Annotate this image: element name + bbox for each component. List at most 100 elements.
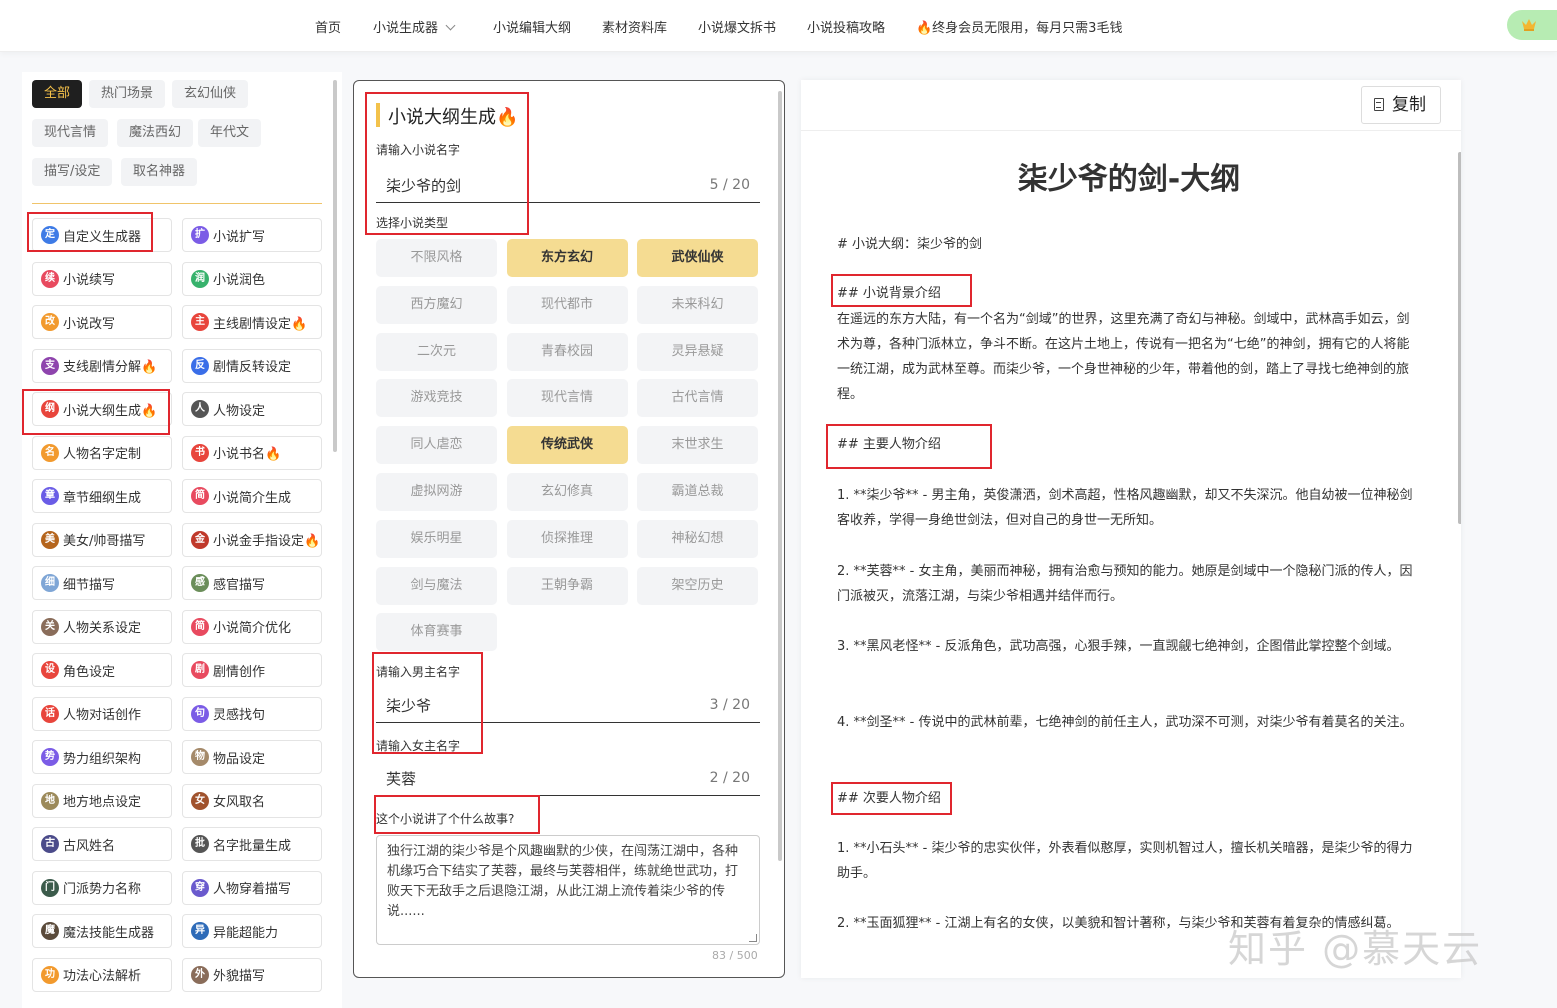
tool-button[interactable]: 地地方地点设定 xyxy=(32,783,172,818)
filter-tag[interactable]: 玄幻仙侠 xyxy=(172,80,249,108)
nav-home[interactable]: 首页 xyxy=(315,17,341,36)
tool-button[interactable]: 扩小说扩写 xyxy=(182,218,322,252)
filter-tag[interactable]: 热门场景 xyxy=(89,80,166,108)
genre-chip[interactable]: 古代言情 xyxy=(637,379,758,418)
genre-chip[interactable]: 武侠仙侠 xyxy=(637,239,758,277)
tool-icon: 扩 xyxy=(191,226,209,244)
tool-button[interactable]: 主主线剧情设定🔥 xyxy=(182,305,322,339)
filter-tag[interactable]: 全部 xyxy=(32,80,83,108)
genre-chip[interactable]: 王朝争霸 xyxy=(506,566,628,605)
genre-chip[interactable]: 西方魔幻 xyxy=(376,285,497,324)
genre-chip[interactable]: 末世求生 xyxy=(637,426,758,465)
tool-button[interactable]: 势势力组织架构 xyxy=(32,740,172,774)
tool-label: 细节描写 xyxy=(63,577,116,593)
tool-button[interactable]: 外外貌描写 xyxy=(182,957,322,992)
tool-button[interactable]: 人人物设定 xyxy=(182,392,322,426)
tool-label: 人物设定 xyxy=(213,403,266,419)
tool-button[interactable]: 功功法心法解析 xyxy=(32,957,172,992)
tool-label: 物品设定 xyxy=(213,751,266,767)
tool-button[interactable]: 感感官描写 xyxy=(182,566,322,600)
copy-button[interactable]: 复制 xyxy=(1361,86,1441,124)
genre-chip[interactable]: 未来科幻 xyxy=(637,285,758,324)
tool-button[interactable]: 章章节细纲生成 xyxy=(32,479,172,513)
tool-button[interactable]: 设角色设定 xyxy=(32,653,172,687)
genre-chip[interactable]: 传统武侠 xyxy=(506,426,628,465)
highlight-box xyxy=(831,274,972,307)
tool-button[interactable]: 批名字批量生成 xyxy=(182,827,322,861)
tool-button[interactable]: 简小说简介优化 xyxy=(182,609,322,644)
tool-label: 外貌描写 xyxy=(213,969,266,984)
tool-icon: 剧 xyxy=(191,661,209,679)
tool-button[interactable]: 物物品设定 xyxy=(182,740,322,774)
highlight-box xyxy=(372,652,483,754)
genre-chip[interactable]: 现代言情 xyxy=(506,379,628,418)
filter-tag[interactable]: 取名神器 xyxy=(121,158,198,186)
genre-chip[interactable]: 剑与魔法 xyxy=(376,566,497,605)
filter-tag[interactable]: 年代文 xyxy=(198,119,262,147)
genre-chip[interactable]: 现代都市 xyxy=(506,285,628,324)
genre-chip[interactable]: 青春校园 xyxy=(506,332,628,371)
story-textarea[interactable]: 独行江湖的柒少爷是个风趣幽默的少侠，在闯荡江湖中，各种机缘巧合下结实了芙蓉，最终… xyxy=(376,835,760,945)
filter-tag[interactable]: 魔法西幻 xyxy=(117,119,194,147)
form-scrollbar[interactable] xyxy=(778,91,782,861)
tool-button[interactable]: 话人物对话创作 xyxy=(32,696,172,731)
genre-chip[interactable]: 架空历史 xyxy=(637,566,758,605)
nav-submission-guide[interactable]: 小说投稿攻略 xyxy=(807,17,885,36)
genre-chip[interactable]: 游戏竞技 xyxy=(376,379,497,418)
nav-novel-generator[interactable]: 小说生成器 xyxy=(373,17,456,36)
tool-button[interactable]: 门门派势力名称 xyxy=(32,870,172,905)
genre-chip[interactable]: 虚拟网游 xyxy=(376,473,497,511)
tool-button[interactable]: 穿人物穿着描写 xyxy=(182,870,322,905)
background-text: 在遥远的东方大陆，有一个名为“剑域”的世界，这里充满了奇幻与神秘。剑域中，武林高… xyxy=(837,312,1410,402)
tool-button[interactable]: 支支线剧情分解🔥 xyxy=(32,348,172,383)
tool-icon: 地 xyxy=(41,791,59,810)
tool-button[interactable]: 魔魔法技能生成器 xyxy=(32,914,172,948)
tool-label: 人物名字定制 xyxy=(63,447,142,462)
tool-label: 感官描写 xyxy=(213,577,266,593)
tool-label: 章节细纲生成 xyxy=(63,490,142,506)
tool-button[interactable]: 女女风取名 xyxy=(182,783,322,818)
tool-button[interactable]: 续小说续写 xyxy=(32,261,172,296)
tool-button[interactable]: 细细节描写 xyxy=(32,566,172,600)
genre-chip[interactable]: 霸道总裁 xyxy=(637,473,758,511)
output-divider xyxy=(801,130,1461,131)
output-scrollbar[interactable] xyxy=(1458,152,1461,524)
genre-chip[interactable]: 体育赛事 xyxy=(376,613,497,652)
tool-button[interactable]: 润小说润色 xyxy=(182,261,322,296)
tool-label: 女风取名 xyxy=(213,795,266,810)
genre-chip[interactable]: 玄幻修真 xyxy=(506,473,628,511)
genre-chip[interactable]: 侦探推理 xyxy=(506,519,628,558)
nav-breakdown[interactable]: 小说爆文拆书 xyxy=(698,17,776,36)
tool-button[interactable]: 美美女/帅哥描写 xyxy=(32,522,172,557)
filter-tag[interactable]: 现代言情 xyxy=(32,119,109,147)
tool-icon: 话 xyxy=(41,704,59,723)
member-login-button[interactable] xyxy=(1507,10,1557,40)
tool-button[interactable]: 关人物关系设定 xyxy=(32,609,172,644)
genre-chip[interactable]: 不限风格 xyxy=(376,239,497,277)
resize-grip-icon[interactable] xyxy=(749,934,757,942)
tool-button[interactable]: 名人物名字定制 xyxy=(32,435,172,470)
tool-button[interactable]: 金小说金手指设定🔥 xyxy=(182,522,322,557)
sidebar-scrollbar[interactable] xyxy=(333,80,337,452)
genre-chip[interactable]: 神秘幻想 xyxy=(637,519,758,558)
nav-membership-promo[interactable]: 🔥终身会员无限用，每月只需3毛钱 xyxy=(916,17,1122,36)
filter-tag[interactable]: 描写/设定 xyxy=(32,158,113,186)
tool-icon: 句 xyxy=(191,704,209,723)
nav-outline-editor[interactable]: 小说编辑大纲 xyxy=(493,17,571,36)
tool-button[interactable]: 书小说书名🔥 xyxy=(182,435,322,470)
tool-button[interactable]: 古古风姓名 xyxy=(32,827,172,861)
tool-button[interactable]: 句灵感找句 xyxy=(182,696,322,731)
tool-button[interactable]: 剧剧情创作 xyxy=(182,653,322,687)
tool-button[interactable]: 简小说简介生成 xyxy=(182,479,322,513)
female-lead-input[interactable]: 芙蓉 2 / 20 xyxy=(376,758,760,796)
tool-button[interactable]: 反剧情反转设定 xyxy=(182,348,322,383)
genre-chip[interactable]: 娱乐明星 xyxy=(376,519,497,558)
highlight-box xyxy=(27,212,153,252)
genre-chip[interactable]: 同人虐恋 xyxy=(376,426,497,465)
nav-materials[interactable]: 素材资料库 xyxy=(602,17,667,36)
tool-button[interactable]: 改小说改写 xyxy=(32,305,172,339)
genre-chip[interactable]: 灵异悬疑 xyxy=(637,332,758,371)
tool-button[interactable]: 异异能超能力 xyxy=(182,914,322,948)
genre-chip[interactable]: 东方玄幻 xyxy=(506,239,628,277)
genre-chip[interactable]: 二次元 xyxy=(376,332,497,371)
